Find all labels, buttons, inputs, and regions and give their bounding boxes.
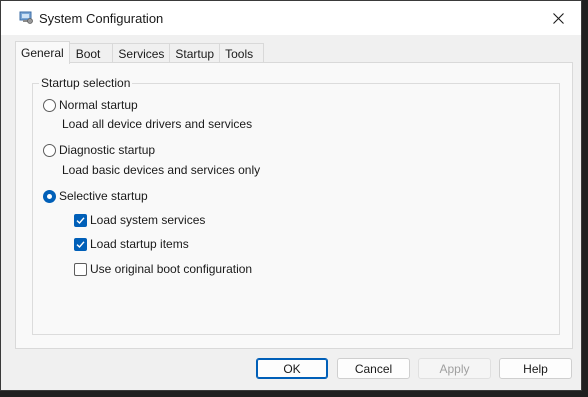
selective-startup-option[interactable]: Selective startup: [43, 189, 148, 203]
normal-startup-option[interactable]: Normal startup: [43, 98, 138, 112]
help-button[interactable]: Help: [499, 358, 572, 379]
tab-bar: General Boot Services Startup Tools: [15, 41, 265, 64]
normal-startup-label: Normal startup: [59, 98, 138, 112]
startup-selection-group: Startup selection Normal startup Load al…: [32, 76, 560, 335]
cancel-button[interactable]: Cancel: [337, 358, 410, 379]
tab-services[interactable]: Services: [112, 43, 171, 63]
selective-startup-radio[interactable]: [43, 189, 56, 203]
normal-startup-radio[interactable]: [43, 98, 56, 112]
check-icon: [76, 240, 85, 248]
use-original-boot-configuration-option[interactable]: Use original boot configuration: [74, 262, 252, 276]
load-startup-items-checkbox[interactable]: [74, 237, 87, 251]
load-system-services-label: Load system services: [90, 213, 206, 227]
tab-startup[interactable]: Startup: [169, 43, 221, 63]
system-configuration-icon: [19, 10, 33, 24]
system-configuration-window: System Configuration General Boot Servic…: [0, 0, 582, 391]
diagnostic-startup-radio[interactable]: [43, 143, 56, 157]
diagnostic-startup-description: Load basic devices and services only: [62, 163, 261, 177]
diagnostic-startup-label: Diagnostic startup: [59, 143, 156, 157]
use-original-boot-configuration-checkbox[interactable]: [74, 262, 87, 276]
normal-startup-description: Load all device drivers and services: [62, 117, 253, 131]
selective-startup-label: Selective startup: [59, 189, 148, 203]
startup-selection-legend: Startup selection: [39, 76, 133, 90]
title-bar: System Configuration: [1, 1, 581, 35]
tab-general[interactable]: General: [15, 41, 70, 64]
tab-boot[interactable]: Boot: [68, 43, 114, 63]
load-startup-items-option[interactable]: Load startup items: [74, 237, 189, 251]
check-icon: [76, 216, 85, 224]
load-system-services-option[interactable]: Load system services: [74, 213, 205, 227]
close-button[interactable]: [535, 1, 581, 35]
tab-tools[interactable]: Tools: [219, 43, 265, 63]
apply-button[interactable]: Apply: [418, 358, 491, 379]
close-icon: [552, 12, 564, 24]
window-title: System Configuration: [39, 11, 164, 26]
use-original-boot-configuration-label: Use original boot configuration: [90, 262, 253, 276]
load-startup-items-label: Load startup items: [90, 237, 189, 251]
load-system-services-checkbox[interactable]: [74, 213, 87, 227]
diagnostic-startup-option[interactable]: Diagnostic startup: [43, 143, 155, 157]
general-tab-panel: Startup selection Normal startup Load al…: [15, 62, 573, 349]
ok-button[interactable]: OK: [256, 358, 328, 379]
